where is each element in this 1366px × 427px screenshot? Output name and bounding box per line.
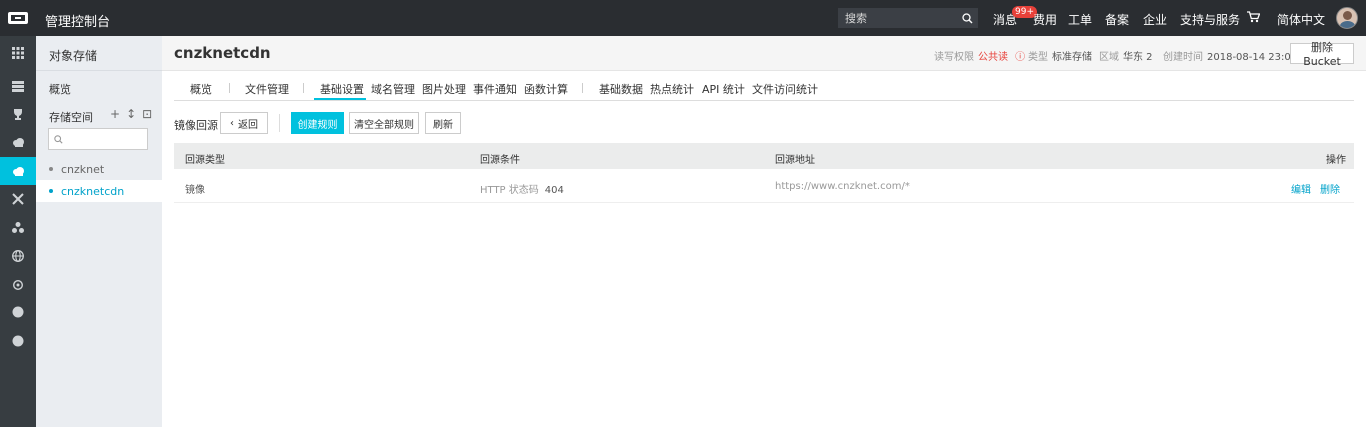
tab-separator [303,83,304,93]
bucket-tabs: 概览 文件管理 基础设置 域名管理 图片处理 事件通知 函数计算 基础数据 热点… [174,73,1354,101]
product-rail [0,36,36,427]
bullet-icon [49,189,53,193]
refresh-button[interactable]: 刷新 [425,112,461,134]
tab-basic-data[interactable]: 基础数据 [599,81,643,97]
tab-event-notification[interactable]: 事件通知 [473,81,517,97]
trophy-icon[interactable] [0,100,36,128]
region-label: 区域 [1099,52,1119,63]
back-label: 返回 [238,119,258,131]
user-avatar[interactable] [1336,7,1358,29]
region-value: 华东 2 [1123,52,1153,63]
sidebar-item-overview[interactable]: 概览 [49,81,71,97]
bullet-icon [49,167,53,171]
table-row: 镜像 HTTP 状态码 404 https://www.cnzknet.com/*… [174,169,1354,203]
global-search [838,8,978,28]
console-title[interactable]: 管理控制台 [45,11,110,30]
back-button[interactable]: ‹ 返回 [220,112,268,134]
column-header: 回源条件 [480,155,520,166]
bucket-label: cnzknet [61,162,105,176]
search-input[interactable] [838,11,956,25]
delete-link[interactable]: 删除 [1320,181,1340,196]
condition-label: HTTP 状态码 [480,185,539,196]
column-header: 回源类型 [185,155,225,166]
created-label: 创建时间 [1163,52,1203,63]
bucket-header: cnzknetcdn 读写权限 公共读 ⓘ 类型 标准存储 区域 华东 2 创建时间 2… [162,36,1366,71]
tab-separator [582,83,583,93]
mirror-rules-table: 回源类型 回源条件 回源地址 操作 镜像 HTTP 状态码 404 https:/… [174,143,1354,203]
tab-hotspot-stats[interactable]: 热点统计 [650,81,694,97]
tab-file-access-stats[interactable]: 文件访问统计 [752,81,818,97]
column-header: 操作 [1326,155,1346,166]
nav-billing[interactable]: 费用 [1033,11,1057,28]
cell-address: https://www.cnzknet.com/* [775,181,910,192]
nav-support[interactable]: 支持与服务 [1180,11,1240,28]
circle-icon[interactable] [0,327,36,355]
top-navigation-bar: 管理控制台 消息 99+ 费用 工单 备案 企业 支持与服务 简体中文 [0,0,1366,36]
search-icon [54,134,63,144]
table-header: 回源类型 回源条件 回源地址 操作 [174,143,1354,169]
created-meta: 创建时间 2018-08-14 23:09 [1163,48,1297,63]
cloud-settings-icon[interactable] [0,270,36,298]
circle-icon[interactable] [0,298,36,326]
create-rule-button[interactable]: 创建规则 [291,112,344,134]
info-icon[interactable]: ⓘ [1012,52,1025,63]
tab-image-processing[interactable]: 图片处理 [422,81,466,97]
delete-bucket-button[interactable]: 删除 Bucket [1290,41,1354,68]
active-tab-indicator [314,98,366,100]
aliyun-logo-icon[interactable] [0,0,36,36]
tab-function-compute[interactable]: 函数计算 [524,81,568,97]
server-icon[interactable] [0,72,36,100]
search-icon[interactable] [956,8,978,28]
page-title: cnzknetcdn [174,44,271,62]
acl-value[interactable]: 公共读 [978,52,1008,63]
cell-condition: HTTP 状态码 404 [480,181,564,196]
nav-enterprise[interactable]: 企业 [1143,11,1167,28]
divider [36,70,162,71]
tab-domains[interactable]: 域名管理 [371,81,415,97]
acl-label: 读写权限 [934,52,974,63]
sidebar-section-buckets: 存储空间 [49,111,93,124]
oss-cloud-icon[interactable] [0,157,36,185]
condition-value: 404 [544,185,564,196]
bucket-label: cnzknetcdn [61,184,125,198]
clear-all-rules-button[interactable]: 清空全部规则 [349,112,419,134]
refresh-icon[interactable]: ⊡ [142,107,152,121]
tab-overview[interactable]: 概览 [190,81,212,97]
tools-icon[interactable] [0,185,36,213]
nav-tickets[interactable]: 工单 [1068,11,1092,28]
tab-separator [229,83,230,93]
region-meta: 区域 华东 2 [1099,48,1153,63]
globe-icon[interactable] [0,242,36,270]
chevron-left-icon: ‹ [230,117,234,129]
tab-files[interactable]: 文件管理 [245,81,289,97]
sidebar-item-bucket-active[interactable]: cnzknetcdn [36,180,162,202]
created-value: 2018-08-14 23:09 [1207,52,1298,63]
column-header: 回源地址 [775,155,815,166]
type-label: 类型 [1028,52,1048,63]
bucket-search-input[interactable] [48,128,148,150]
section-label: 镜像回源 [174,119,218,132]
nodes-icon[interactable] [0,213,36,241]
oss-sidebar: 对象存储 概览 存储空间 + ↕ ⊡ cnzknet cnzknetcdn [36,36,162,427]
type-meta: 类型 标准存储 [1028,48,1092,63]
cell-type: 镜像 [185,185,205,196]
add-icon[interactable]: + [110,107,120,121]
nav-icp[interactable]: 备案 [1105,11,1129,28]
sidebar-title: 对象存储 [49,49,98,63]
nav-language[interactable]: 简体中文 [1277,11,1325,28]
cart-icon[interactable] [1247,11,1261,26]
acl-meta: 读写权限 公共读 ⓘ [934,48,1025,63]
divider [279,114,280,132]
type-value: 标准存储 [1052,52,1092,63]
sort-icon[interactable]: ↕ [126,107,136,121]
tab-api-stats[interactable]: API 统计 [702,81,745,97]
bucket-actions: + ↕ ⊡ [110,107,152,121]
tab-basic-settings[interactable]: 基础设置 [320,81,364,97]
grid-menu-icon[interactable] [0,39,36,67]
cloud-icon[interactable] [0,128,36,156]
edit-link[interactable]: 编辑 [1291,181,1311,196]
sidebar-item-bucket[interactable]: cnzknet [36,158,162,180]
